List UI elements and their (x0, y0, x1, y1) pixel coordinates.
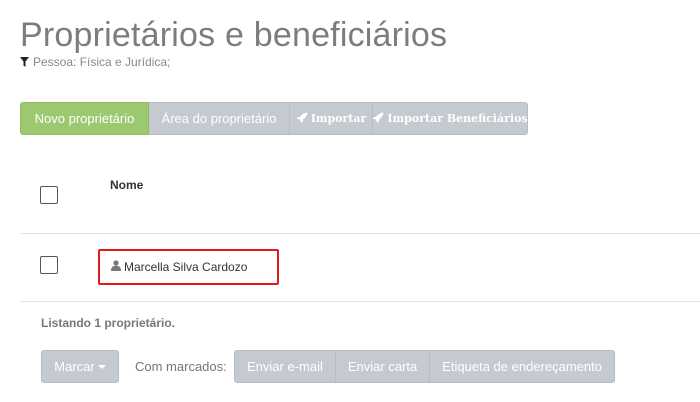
with-marked-label: Com marcados: (135, 359, 227, 374)
send-email-button[interactable]: Enviar e-mail (234, 350, 336, 383)
send-letter-label: Enviar carta (347, 359, 418, 374)
import-label: Importar (310, 112, 367, 125)
new-owner-label: Novo proprietário (34, 111, 135, 126)
listing-count: Listando 1 proprietário. (41, 316, 176, 330)
address-label-button[interactable]: Etiqueta de endereçamento (430, 350, 615, 383)
caret-down-icon (97, 364, 106, 369)
header-divider (20, 233, 700, 234)
send-letter-button[interactable]: Enviar carta (335, 350, 431, 383)
filter-icon (20, 57, 29, 67)
send-email-label: Enviar e-mail (247, 359, 323, 374)
page-title: Proprietários e beneficiários (20, 16, 448, 54)
address-label-label: Etiqueta de endereçamento (442, 359, 602, 374)
row-select-cell (40, 256, 58, 274)
rocket-icon (372, 112, 384, 126)
rocket-icon (296, 112, 308, 126)
select-all-checkbox[interactable] (40, 186, 58, 204)
import-button[interactable]: Importar (290, 102, 373, 135)
owner-area-label: Área do proprietário (161, 111, 277, 126)
import-beneficiaries-label: Importar Beneficiários (387, 112, 528, 125)
mark-label: Marcar (54, 359, 95, 374)
owner-name: Marcella Silva Cardozo (124, 260, 248, 274)
column-header-name[interactable]: Nome (110, 178, 143, 192)
action-toolbar: Novo proprietário Área do proprietário I… (20, 102, 528, 135)
filter-summary: Pessoa: Física e Jurídica; (20, 55, 170, 69)
mark-dropdown-button[interactable]: Marcar (41, 350, 119, 383)
owner-link[interactable]: Marcella Silva Cardozo (98, 249, 279, 285)
new-owner-button[interactable]: Novo proprietário (20, 102, 149, 135)
import-beneficiaries-button[interactable]: Importar Beneficiários (372, 102, 528, 135)
bulk-actions: Enviar e-mail Enviar carta Etiqueta de e… (234, 350, 615, 383)
row-divider (20, 301, 700, 302)
row-checkbox[interactable] (40, 256, 58, 274)
user-icon (111, 258, 121, 276)
owner-area-button[interactable]: Área do proprietário (149, 102, 290, 135)
filter-text: Pessoa: Física e Jurídica; (33, 55, 171, 69)
select-all-cell (40, 186, 58, 204)
